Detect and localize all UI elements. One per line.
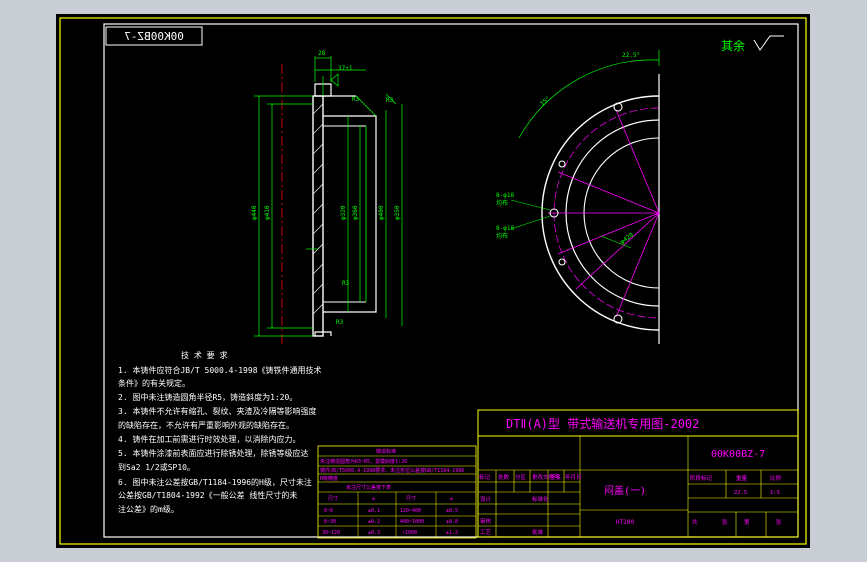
tech-req-line: 公差按GB/T1804-1992《一般公差 线性尺寸的未 [118, 490, 297, 500]
svg-text:120~400: 120~400 [400, 508, 421, 514]
series-title: DTⅡ(A)型 带式输送机专用图-2002 [506, 416, 699, 431]
flange-section [312, 95, 324, 337]
svg-text:张: 张 [722, 518, 728, 526]
cad-viewport[interactable]: 00K00BZ-7 其余 28 37±1 R3 R3 φ440 φ410 φ32… [56, 14, 810, 548]
svg-text:年月日: 年月日 [565, 473, 582, 481]
svg-text:均布: 均布 [496, 232, 508, 240]
tech-req-line: 5. 本铸件涂漆前表面应进行除锈处理，除锈等级应达 [118, 448, 308, 458]
svg-text:张: 张 [776, 518, 782, 526]
svg-text:共: 共 [692, 518, 698, 526]
svg-text:工艺: 工艺 [480, 529, 492, 536]
svg-text:φ400: φ400 [378, 205, 385, 220]
tolerance-table: 铸造标准 未注铸造圆角为R3~R5，拔模斜度1:20 铸件JB/T5000.4-… [317, 445, 477, 539]
svg-text:重量: 重量 [736, 474, 748, 482]
tech-req-line: 3. 本铸件不允许有缩孔、裂纹、夹渣及冷隔等影响强度 [118, 406, 316, 416]
svg-text:8-φ18: 8-φ18 [496, 225, 514, 232]
tech-req-line: 6. 图中未注公差按GB/T1184-1996的H级，尺寸未注 [118, 477, 312, 487]
svg-text:R3: R3 [352, 96, 360, 103]
hatch-lines [312, 103, 324, 315]
svg-text:±0.1: ±0.1 [368, 508, 380, 514]
section-view: 28 37±1 R3 R3 φ440 φ410 φ320 φ360 φ400 φ… [251, 50, 403, 344]
svg-text:±0.5: ±0.5 [446, 508, 458, 514]
svg-text:±0.3: ±0.3 [368, 530, 380, 536]
svg-text:8-φ18: 8-φ18 [496, 192, 514, 199]
svg-text:铸件JB/T5000.4-1998要求，未注形位公差按GB/: 铸件JB/T5000.4-1998要求，未注形位公差按GB/T1184-1996 [320, 467, 464, 474]
drawing-number: 00K00BZ-7 [711, 449, 765, 460]
bolt-hole [558, 258, 566, 266]
section-dimensions [254, 56, 403, 337]
plan-dim-text: 22.5° 15° 8-φ18 均布 8-φ18 均布 φ420 [496, 52, 640, 246]
part-name: 闷盖(一) [604, 484, 646, 497]
svg-text:400~1000: 400~1000 [400, 519, 424, 525]
engineering-drawing: 00K00BZ-7 其余 28 37±1 R3 R3 φ440 φ410 φ32… [59, 17, 807, 545]
svg-text:尺寸: 尺寸 [328, 495, 338, 502]
tech-req-line: 4. 铸件在加工前需进行时效处理，以消除内应力。 [118, 434, 300, 444]
svg-text:±0.2: ±0.2 [368, 519, 380, 525]
tech-req-title: 技 术 要 求 [181, 350, 227, 360]
bolt-hole [558, 160, 566, 168]
svg-text:均布: 均布 [496, 199, 508, 207]
svg-text:28: 28 [318, 50, 326, 57]
tech-req-line: 2. 图中未注铸造圆角半径R5，铸造斜度为1:20。 [118, 392, 297, 402]
svg-text:尺寸: 尺寸 [406, 495, 416, 502]
svg-text:签名: 签名 [550, 473, 561, 481]
svg-text:阶段标记: 阶段标记 [690, 474, 713, 482]
svg-text:±1.2: ±1.2 [446, 530, 458, 536]
svg-text:φ320: φ320 [340, 205, 347, 220]
svg-text:15°: 15° [539, 95, 552, 107]
technical-requirements: 技 术 要 求 1. 本铸件应符合JB/T 5000.4-1998《铸铁件通用技… [118, 350, 322, 514]
svg-text:R3: R3 [342, 280, 350, 287]
svg-text:标准化: 标准化 [532, 495, 549, 503]
svg-text:设计: 设计 [480, 495, 492, 503]
tech-req-line: 条件》的有关规定。 [118, 378, 190, 388]
bolt-hole [613, 102, 623, 112]
svg-text:φ410: φ410 [264, 205, 271, 220]
mirrored-drawing-number: 00K00BZ-7 [124, 30, 184, 43]
svg-text:处数: 处数 [498, 473, 510, 481]
svg-text:±: ± [372, 496, 375, 502]
tech-req-line: 注公差》的m级。 [118, 504, 179, 514]
svg-text:22.5°: 22.5° [622, 52, 640, 59]
svg-text:±0.8: ±0.8 [446, 519, 458, 525]
material: HT200 [616, 519, 634, 526]
inner-border [103, 23, 799, 538]
svg-text:标记: 标记 [479, 473, 491, 481]
svg-text:未注尺寸公差按下表: 未注尺寸公差按下表 [346, 484, 391, 491]
svg-text:1:5: 1:5 [770, 490, 780, 496]
tech-req-line: 的缺陷存在，不允许有严重影响外观的缺陷存在。 [118, 420, 294, 430]
tech-req-line: 1. 本铸件应符合JB/T 5000.4-1998《铸铁件通用技术 [118, 365, 322, 375]
svg-text:φ350: φ350 [394, 205, 401, 220]
svg-text:>1000: >1000 [402, 530, 417, 536]
svg-text:φ360: φ360 [352, 205, 359, 220]
svg-text:±: ± [450, 496, 453, 502]
surface-roughness-note: 其余 [721, 38, 745, 53]
svg-text:比例: 比例 [770, 474, 782, 482]
svg-text:φ420: φ420 [619, 231, 635, 245]
plan-view: 22.5° 15° 8-φ18 均布 8-φ18 均布 φ420 [496, 50, 660, 344]
svg-text:22.5: 22.5 [734, 490, 747, 496]
svg-text:R3: R3 [336, 319, 344, 326]
svg-text:批准: 批准 [532, 528, 544, 536]
section-dim-text: 28 37±1 R3 R3 φ440 φ410 φ320 φ360 φ400 φ… [251, 50, 401, 326]
svg-text:分区: 分区 [515, 473, 527, 481]
roughness-symbol-icon [753, 35, 784, 51]
svg-text:第: 第 [744, 518, 750, 526]
svg-text:0~6: 0~6 [324, 508, 333, 514]
tech-req-line: 到Sa2 1/2或SP10。 [118, 462, 195, 472]
title-block: DTⅡ(A)型 带式输送机专用图-2002 00K00BZ-7 闷盖(一) HT… [477, 409, 799, 538]
svg-text:铸造标准: 铸造标准 [376, 448, 396, 455]
svg-text:H级精度: H级精度 [320, 475, 338, 482]
svg-text:审核: 审核 [480, 517, 492, 525]
svg-text:φ440: φ440 [251, 205, 258, 220]
svg-text:6~30: 6~30 [324, 519, 336, 525]
svg-text:未注铸造圆角为R3~R5，拔模斜度1:20: 未注铸造圆角为R3~R5，拔模斜度1:20 [320, 458, 407, 465]
svg-text:37±1: 37±1 [338, 65, 353, 72]
leader-lines [510, 199, 632, 249]
bolt-hole [613, 314, 623, 324]
inner-spigot [323, 115, 377, 313]
angle-dimension-arc [518, 59, 660, 139]
svg-text:R3: R3 [386, 97, 394, 104]
svg-text:30~120: 30~120 [322, 530, 340, 536]
